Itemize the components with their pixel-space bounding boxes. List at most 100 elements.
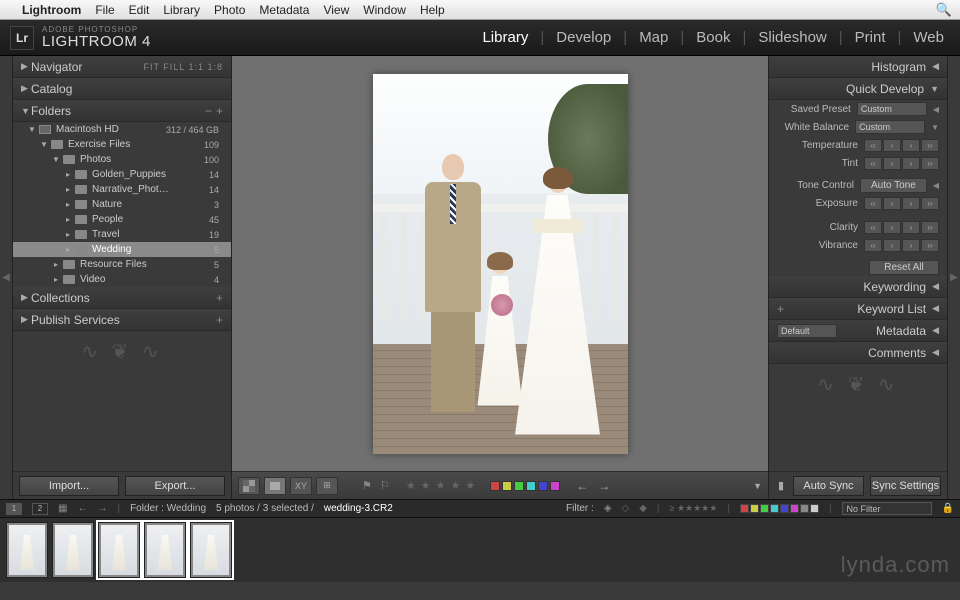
metadata-preset-select[interactable]: Default [777, 324, 837, 338]
stepper-button[interactable]: ‹ [883, 139, 901, 152]
mac-menu-file[interactable]: File [95, 3, 114, 17]
thumbnail[interactable] [98, 522, 140, 578]
stepper-button[interactable]: ‹‹ [864, 157, 882, 170]
panel-navigator[interactable]: ▶ Navigator FIT FILL 1:1 1:8 [13, 56, 231, 78]
stepper-button[interactable]: ‹‹ [864, 197, 882, 210]
screen-2-button[interactable]: 2 [32, 503, 48, 515]
filter-lock-icon[interactable]: 🔒 [942, 503, 954, 514]
filmstrip-path[interactable]: Folder : Wedding [130, 503, 206, 514]
panel-collections[interactable]: ▶ Collections + [13, 287, 231, 309]
mac-menu-edit[interactable]: Edit [129, 3, 150, 17]
stepper-button[interactable]: ›› [921, 139, 939, 152]
stepper-button[interactable]: › [902, 197, 920, 210]
stepper-button[interactable]: ‹ [883, 221, 901, 234]
thumbnail[interactable] [144, 522, 186, 578]
filter-rating[interactable]: ≥ ★★★★★ [670, 503, 718, 514]
white-balance-select[interactable]: Custom [855, 120, 925, 134]
folder-row[interactable]: ▸Travel19 [13, 227, 231, 242]
filmstrip[interactable]: lynda.com [0, 517, 960, 582]
grid-view-button[interactable] [238, 477, 260, 495]
screen-1-button[interactable]: 1 [6, 503, 22, 515]
stepper-button[interactable]: ‹‹ [864, 239, 882, 252]
filter-color-swatch[interactable] [760, 504, 769, 513]
stepper-button[interactable]: › [902, 157, 920, 170]
plus-icon[interactable]: + [777, 302, 784, 316]
folder-row[interactable]: ▸Resource Files5 [13, 257, 231, 272]
module-library[interactable]: Library [476, 29, 534, 46]
folders-plus-icon[interactable]: + [216, 104, 223, 118]
auto-tone-button[interactable]: Auto Tone [860, 178, 927, 193]
color-label-swatch[interactable] [514, 481, 524, 491]
filter-flag-icon[interactable]: ◇ [622, 503, 630, 514]
filter-color-swatch[interactable] [790, 504, 799, 513]
color-label-swatch[interactable] [538, 481, 548, 491]
panel-keyword-list[interactable]: +Keyword List◀ [769, 298, 947, 320]
panel-metadata[interactable]: DefaultMetadata◀ [769, 320, 947, 342]
module-map[interactable]: Map [633, 29, 674, 46]
stepper-button[interactable]: ›› [921, 239, 939, 252]
filter-color-swatch[interactable] [800, 504, 809, 513]
filter-preset-select[interactable]: No Filter [842, 502, 932, 515]
folder-row[interactable]: ▼Photos100 [13, 152, 231, 167]
mac-menu-library[interactable]: Library [163, 3, 200, 17]
auto-sync-button[interactable]: Auto Sync [793, 476, 864, 496]
left-collapse-icon[interactable]: ◀ [0, 56, 12, 499]
sync-settings-button[interactable]: Sync Settings [870, 476, 941, 496]
folder-row[interactable]: ▸Wedding5 [13, 242, 231, 257]
stepper-button[interactable]: ‹‹ [864, 139, 882, 152]
module-develop[interactable]: Develop [550, 29, 617, 46]
stepper-button[interactable]: ‹‹ [864, 221, 882, 234]
color-label-swatch[interactable] [490, 481, 500, 491]
disclosure-icon[interactable]: ◀ [933, 181, 939, 190]
grid-icon[interactable]: ▦ [58, 503, 67, 514]
disclosure-icon[interactable]: ▼ [931, 123, 939, 132]
stepper-button[interactable]: ›› [921, 221, 939, 234]
mac-menu-metadata[interactable]: Metadata [259, 3, 309, 17]
stepper-button[interactable]: ›› [921, 197, 939, 210]
reject-icon[interactable]: ⚐ [380, 479, 390, 492]
folder-row[interactable]: ▸Narrative_Phot…14 [13, 182, 231, 197]
stepper-button[interactable]: › [902, 239, 920, 252]
thumbnail[interactable] [6, 522, 48, 578]
prev-photo-icon[interactable]: ← [576, 479, 588, 493]
mac-menu-view[interactable]: View [323, 3, 349, 17]
folder-row[interactable]: ▸People45 [13, 212, 231, 227]
volume-row[interactable]: ▼ Macintosh HD 312 / 464 GB [13, 122, 231, 137]
filter-color-swatch[interactable] [750, 504, 759, 513]
sync-switch-icon[interactable]: ▮ [775, 479, 787, 492]
panel-quick-develop[interactable]: Quick Develop▼ [769, 78, 947, 100]
filter-color-swatch[interactable] [810, 504, 819, 513]
spotlight-icon[interactable]: 🔍 [936, 2, 952, 18]
plus-icon[interactable]: + [216, 291, 223, 305]
mac-menu-app[interactable]: Lightroom [22, 3, 81, 17]
filter-color-swatch[interactable] [780, 504, 789, 513]
stepper-button[interactable]: ›› [921, 157, 939, 170]
folder-row[interactable]: ▸Nature3 [13, 197, 231, 212]
stepper-button[interactable]: › [902, 139, 920, 152]
module-book[interactable]: Book [690, 29, 736, 46]
loupe-view-button[interactable] [264, 477, 286, 495]
stepper-button[interactable]: › [902, 221, 920, 234]
folder-row[interactable]: ▼Exercise Files109 [13, 137, 231, 152]
rating-stars[interactable]: ★ ★ ★ ★ ★ [406, 479, 477, 492]
flag-icon[interactable]: ⚑ [362, 479, 372, 492]
stepper-button[interactable]: ‹ [883, 157, 901, 170]
panel-keywording[interactable]: Keywording◀ [769, 276, 947, 298]
mac-menu-photo[interactable]: Photo [214, 3, 245, 17]
module-print[interactable]: Print [849, 29, 892, 46]
back-icon[interactable]: ← [77, 503, 87, 514]
image-viewer[interactable] [232, 56, 768, 471]
survey-view-button[interactable]: ⊞ [316, 477, 338, 495]
color-label-swatch[interactable] [502, 481, 512, 491]
folder-row[interactable]: ▸Golden_Puppies14 [13, 167, 231, 182]
plus-icon[interactable]: + [216, 313, 223, 327]
filter-flag-icon[interactable]: ◈ [604, 503, 612, 514]
stepper-button[interactable]: ‹ [883, 197, 901, 210]
color-label-swatch[interactable] [526, 481, 536, 491]
panel-histogram[interactable]: Histogram◀ [769, 56, 947, 78]
forward-icon[interactable]: → [97, 503, 107, 514]
filter-color-swatch[interactable] [740, 504, 749, 513]
export-button[interactable]: Export... [125, 476, 225, 496]
saved-preset-select[interactable]: Custom [857, 102, 927, 116]
reset-all-button[interactable]: Reset All [869, 260, 939, 275]
